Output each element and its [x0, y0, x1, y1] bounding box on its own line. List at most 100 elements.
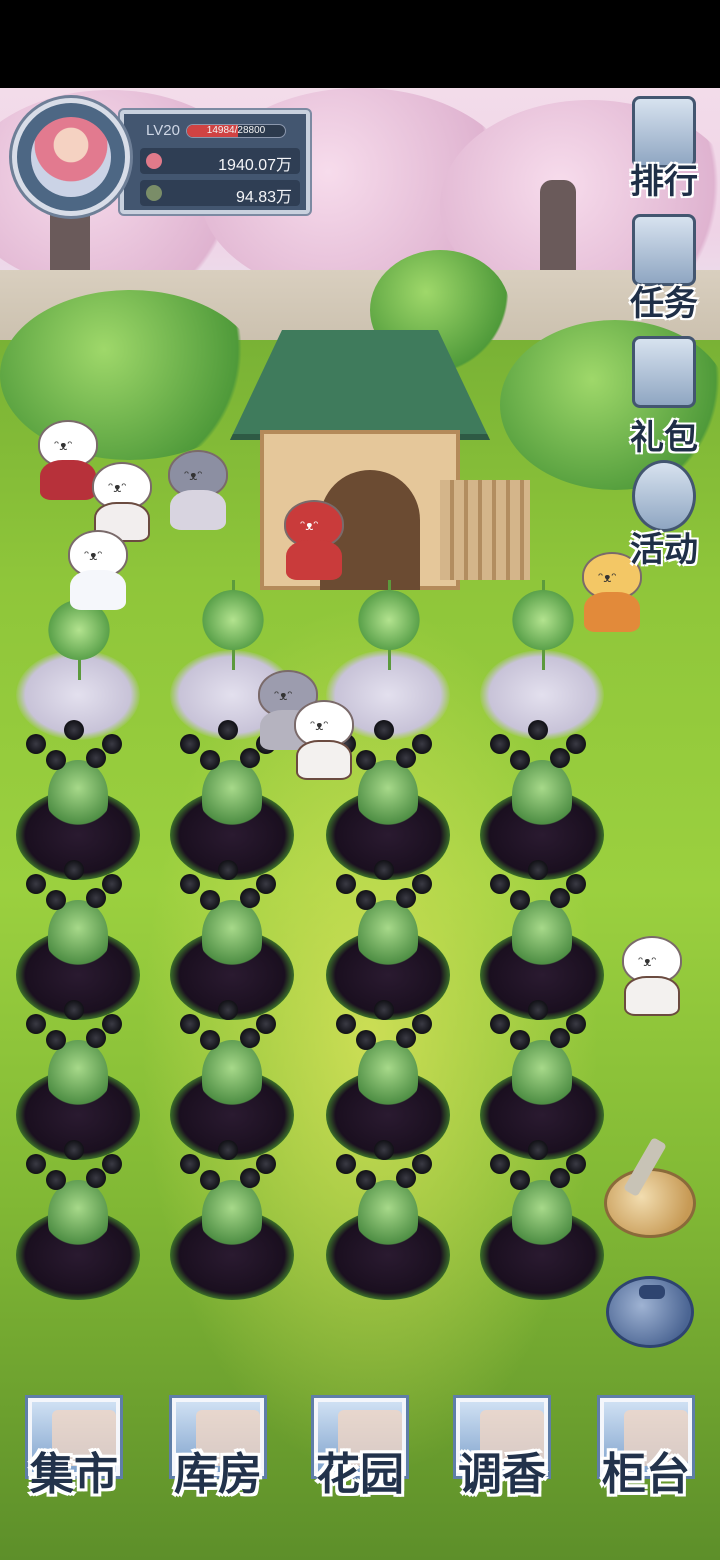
black-rose-icon — [86, 888, 106, 908]
ranking-button[interactable]: 排行 — [616, 96, 712, 206]
black-rose-icon — [26, 874, 46, 894]
sapling — [202, 580, 264, 670]
black-rose-icon — [240, 1028, 260, 1048]
event-label: 活动 — [630, 530, 698, 570]
black-rose-icon — [46, 890, 66, 910]
black-rose-icon — [64, 860, 84, 880]
black-rose-icon — [396, 1168, 416, 1188]
gift-button[interactable]: 礼包 — [616, 336, 712, 458]
black-rose-icon — [256, 874, 276, 894]
avatar — [31, 117, 111, 197]
rose-bush-foliage — [358, 1040, 418, 1110]
black-rose-icon — [374, 720, 394, 740]
black-rose-icon — [180, 734, 200, 754]
event-button[interactable]: 活动 — [616, 460, 712, 570]
black-rose-icon — [550, 748, 570, 768]
rose-bush-foliage — [512, 760, 572, 830]
sapling — [512, 580, 574, 670]
black-rose-icon — [412, 874, 432, 894]
nav-garden-label: 花园 — [316, 1449, 404, 1500]
black-rose-icon — [26, 734, 46, 754]
player-level: LV20 — [146, 122, 180, 139]
black-rose-icon — [566, 734, 586, 754]
nav-counter[interactable]: 柜台 — [594, 1398, 698, 1500]
player-panel: LV20 14984/28800 1940.07万 94.83万 — [12, 98, 314, 220]
black-rose-icon — [218, 720, 238, 740]
black-rose-icon — [46, 1170, 66, 1190]
black-rose-icon — [510, 750, 530, 770]
rose-bush-foliage — [358, 1180, 418, 1250]
black-rose-icon — [396, 748, 416, 768]
black-rose-icon — [528, 1000, 548, 1020]
black-rose-icon — [490, 874, 510, 894]
black-rose-icon — [240, 888, 260, 908]
black-rose-icon — [412, 1014, 432, 1034]
black-rose-icon — [218, 1140, 238, 1160]
black-rose-icon — [46, 1030, 66, 1050]
black-rose-icon — [550, 1028, 570, 1048]
nav-market[interactable]: 集市 — [22, 1398, 126, 1500]
black-rose-icon — [510, 1170, 530, 1190]
petal-icon — [146, 153, 162, 169]
cat-panda-gardener[interactable]: ᵔᴥᵔ — [286, 700, 362, 780]
seed-bag-tool[interactable] — [606, 1276, 694, 1348]
gift-label: 礼包 — [630, 418, 698, 458]
sapling — [358, 580, 420, 670]
rose-bush-foliage — [358, 900, 418, 970]
game-screen: ᵔᴥᵔ ᵔᴥᵔ ᵔᴥᵔ ᵔᴥᵔ ᵔᴥᵔ ᵔᴥᵔ ᵔᴥᵔ ᵔᴥᵔ ᵔᴥᵔ LV20… — [0, 0, 720, 1560]
exp-text: 14984/28800 — [206, 125, 266, 136]
cat-gray-dress[interactable]: ᵔᴥᵔ — [160, 450, 236, 530]
black-rose-icon — [64, 1140, 84, 1160]
ranking-label: 排行 — [630, 162, 698, 202]
black-rose-icon — [26, 1154, 46, 1174]
black-rose-icon — [550, 888, 570, 908]
rose-bush-foliage — [202, 1180, 262, 1250]
black-rose-icon — [86, 1028, 106, 1048]
leaf-currency: 94.83万 — [140, 180, 300, 206]
black-rose-icon — [218, 860, 238, 880]
nav-warehouse[interactable]: 库房 — [166, 1398, 270, 1500]
nav-perfume[interactable]: 调香 — [450, 1398, 554, 1500]
black-rose-icon — [528, 860, 548, 880]
black-rose-icon — [240, 748, 260, 768]
black-rose-icon — [200, 890, 220, 910]
task-label: 任务 — [630, 284, 698, 324]
cat-cinnamoroll[interactable]: ᵔᴥᵔ — [60, 530, 136, 610]
black-rose-icon — [64, 1000, 84, 1020]
cat-panda-visitor[interactable]: ᵔᴥᵔ — [614, 936, 690, 1016]
black-rose-icon — [64, 720, 84, 740]
black-rose-icon — [46, 750, 66, 770]
nav-counter-label: 柜台 — [602, 1449, 690, 1500]
black-rose-icon — [26, 1014, 46, 1034]
black-rose-icon — [566, 1014, 586, 1034]
black-rose-icon — [490, 734, 510, 754]
black-rose-icon — [180, 1154, 200, 1174]
rose-bush-foliage — [48, 1040, 108, 1110]
black-rose-icon — [374, 1140, 394, 1160]
black-rose-icon — [240, 1168, 260, 1188]
rose-bush-foliage — [358, 760, 418, 830]
black-rose-icon — [412, 734, 432, 754]
black-rose-icon — [550, 1168, 570, 1188]
nav-garden[interactable]: 花园 — [308, 1398, 412, 1500]
black-rose-icon — [180, 1014, 200, 1034]
black-rose-icon — [86, 1168, 106, 1188]
black-rose-icon — [412, 1154, 432, 1174]
rose-bush-foliage — [512, 900, 572, 970]
black-rose-icon — [374, 860, 394, 880]
black-rose-icon — [356, 890, 376, 910]
cat-strawberry-hood[interactable]: ᵔᴥᵔ — [276, 500, 352, 580]
player-stats-box: LV20 14984/28800 1940.07万 94.83万 — [120, 110, 310, 214]
leaf-icon — [146, 185, 162, 201]
nav-market-label: 集市 — [30, 1449, 118, 1500]
rose-bush-foliage — [512, 1040, 572, 1110]
black-rose-icon — [102, 1014, 122, 1034]
rose-bush-foliage — [48, 1180, 108, 1250]
task-button[interactable]: 任务 — [616, 214, 712, 324]
black-rose-icon — [102, 874, 122, 894]
player-avatar-frame[interactable] — [12, 98, 130, 216]
black-rose-icon — [510, 890, 530, 910]
black-rose-icon — [566, 874, 586, 894]
shovel-tool[interactable] — [604, 1137, 696, 1238]
rose-bush-foliage — [202, 760, 262, 830]
